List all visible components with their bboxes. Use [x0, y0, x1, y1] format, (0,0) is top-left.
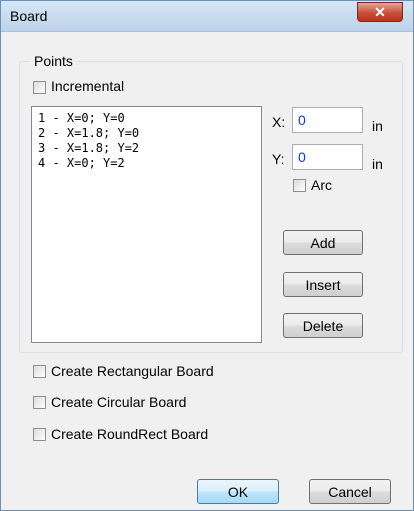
x-input[interactable]: [292, 107, 363, 133]
circular-board-checkbox[interactable]: [33, 396, 46, 409]
close-button[interactable]: ✕: [357, 2, 403, 22]
add-button[interactable]: Add: [283, 230, 363, 255]
ok-button[interactable]: OK: [197, 479, 279, 504]
title-bar[interactable]: Board ✕: [1, 1, 413, 32]
x-label: X:: [272, 114, 286, 130]
board-dialog: Board ✕ Points Incremental 1 - X=0; Y=0 …: [0, 0, 414, 511]
points-list[interactable]: 1 - X=0; Y=0 2 - X=1.8; Y=0 3 - X=1.8; Y…: [31, 106, 262, 343]
roundrect-board-label[interactable]: Create RoundRect Board: [51, 426, 208, 442]
window-title: Board: [10, 8, 48, 24]
x-unit: in: [372, 118, 383, 134]
arc-label[interactable]: Arc: [311, 177, 332, 193]
list-item[interactable]: 4 - X=0; Y=2: [38, 156, 261, 171]
rectangular-board-label[interactable]: Create Rectangular Board: [51, 363, 214, 379]
close-icon: ✕: [374, 4, 386, 20]
insert-button[interactable]: Insert: [283, 272, 363, 297]
delete-button[interactable]: Delete: [283, 313, 363, 338]
cancel-button[interactable]: Cancel: [309, 479, 391, 504]
incremental-label[interactable]: Incremental: [51, 78, 124, 94]
y-input[interactable]: [292, 144, 363, 170]
circular-board-label[interactable]: Create Circular Board: [51, 394, 186, 410]
y-unit: in: [372, 156, 383, 172]
roundrect-board-checkbox[interactable]: [33, 428, 46, 441]
list-item[interactable]: 3 - X=1.8; Y=2: [38, 141, 261, 156]
list-item[interactable]: 2 - X=1.8; Y=0: [38, 126, 261, 141]
rectangular-board-checkbox[interactable]: [33, 365, 46, 378]
arc-checkbox[interactable]: [293, 179, 306, 192]
incremental-checkbox[interactable]: [33, 81, 46, 94]
points-group-label: Points: [31, 53, 76, 69]
y-label: Y:: [272, 151, 285, 167]
list-item[interactable]: 1 - X=0; Y=0: [38, 111, 261, 126]
